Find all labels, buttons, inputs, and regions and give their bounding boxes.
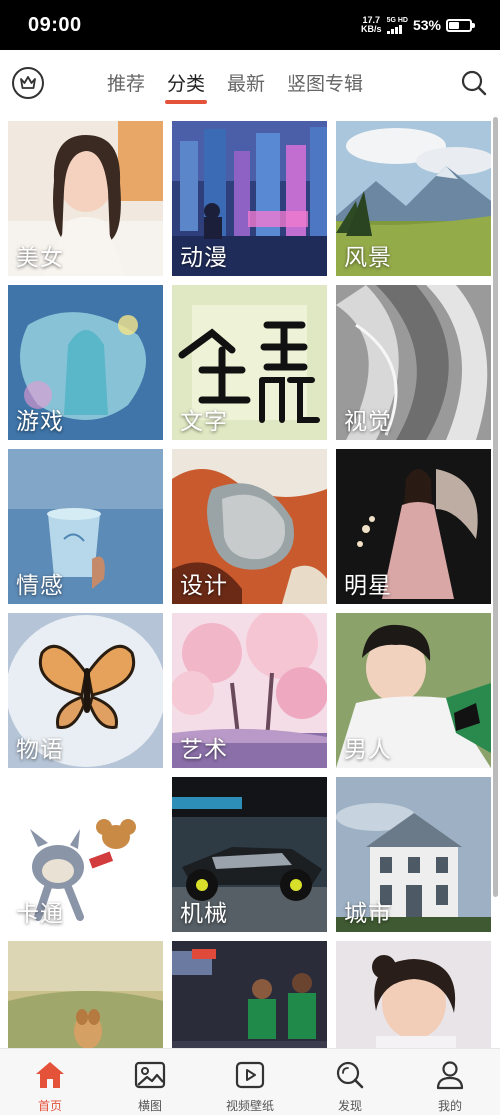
category-label: 机械 bbox=[180, 900, 228, 926]
scrollbar[interactable] bbox=[493, 117, 498, 897]
image-icon bbox=[133, 1058, 167, 1092]
category-tile-men[interactable]: 男人 bbox=[336, 613, 491, 768]
category-grid: 美女 动漫 风景 游戏 文字 视觉 情感 设计 明星 物语 艺术 男人 卡通 机… bbox=[0, 116, 500, 1048]
tile-image bbox=[8, 941, 163, 1048]
search-icon[interactable] bbox=[460, 69, 488, 97]
active-tab-indicator bbox=[165, 100, 208, 104]
signal-label: 5G HD bbox=[386, 16, 408, 24]
tab-latest[interactable]: 最新 bbox=[216, 50, 276, 116]
category-tile-city[interactable]: 城市 bbox=[336, 777, 491, 932]
category-tile-text[interactable]: 文字 bbox=[172, 285, 327, 440]
tab-label: 最新 bbox=[227, 74, 266, 95]
profile-icon bbox=[433, 1058, 467, 1092]
battery-fill bbox=[449, 21, 459, 29]
nav-label: 横图 bbox=[137, 1099, 162, 1113]
category-label: 游戏 bbox=[16, 408, 64, 434]
play-icon bbox=[233, 1058, 267, 1092]
category-tile-row6-1[interactable] bbox=[8, 941, 163, 1048]
category-tile-row6-2[interactable] bbox=[172, 941, 327, 1048]
category-label: 卡通 bbox=[16, 900, 64, 926]
battery-icon bbox=[446, 18, 475, 32]
category-label: 情感 bbox=[16, 572, 64, 598]
tab-label: 推荐 bbox=[107, 74, 146, 95]
category-label: 艺术 bbox=[180, 736, 228, 762]
home-icon bbox=[33, 1058, 67, 1092]
category-label: 城市 bbox=[344, 900, 392, 926]
tab-recommend[interactable]: 推荐 bbox=[96, 50, 156, 116]
category-label: 美女 bbox=[16, 244, 64, 270]
category-tile-beauty[interactable]: 美女 bbox=[8, 121, 163, 276]
category-tile-anime[interactable]: 动漫 bbox=[172, 121, 327, 276]
category-tabs: 推荐 分类 最新 竖图专辑 bbox=[96, 50, 374, 116]
nav-label: 我的 bbox=[437, 1099, 462, 1113]
crown-icon[interactable] bbox=[12, 67, 44, 99]
nav-label: 首页 bbox=[37, 1099, 62, 1113]
category-tile-visual[interactable]: 视觉 bbox=[336, 285, 491, 440]
status-time: 09:00 bbox=[28, 14, 82, 36]
category-tile-story[interactable]: 物语 bbox=[8, 613, 163, 768]
status-indicators: 17.7 KB/s 5G HD 53% bbox=[361, 16, 475, 34]
discover-icon bbox=[333, 1058, 367, 1092]
category-tile-row6-3[interactable] bbox=[336, 941, 491, 1048]
category-tile-scenery[interactable]: 风景 bbox=[336, 121, 491, 276]
nav-label: 视频壁纸 bbox=[225, 1099, 274, 1113]
category-tile-games[interactable]: 游戏 bbox=[8, 285, 163, 440]
nav-landscape[interactable]: 横图 bbox=[100, 1049, 200, 1115]
status-bar: 09:00 17.7 KB/s 5G HD 53% bbox=[0, 0, 500, 50]
nav-discover[interactable]: 发现 bbox=[300, 1049, 400, 1115]
category-tile-cartoon[interactable]: 卡通 bbox=[8, 777, 163, 932]
category-label: 物语 bbox=[16, 736, 64, 762]
category-tile-machinery[interactable]: 机械 bbox=[172, 777, 327, 932]
category-label: 风景 bbox=[344, 244, 392, 270]
category-tile-design[interactable]: 设计 bbox=[172, 449, 327, 604]
category-label: 设计 bbox=[180, 572, 228, 598]
category-tile-celebrity[interactable]: 明星 bbox=[336, 449, 491, 604]
category-label: 男人 bbox=[344, 736, 392, 762]
category-label: 动漫 bbox=[180, 244, 228, 270]
tile-image bbox=[336, 941, 491, 1048]
tile-image bbox=[172, 941, 327, 1048]
tab-categories[interactable]: 分类 bbox=[156, 50, 216, 116]
tab-label: 分类 bbox=[167, 74, 206, 95]
nav-home[interactable]: 首页 bbox=[0, 1049, 100, 1115]
tab-portrait-albums[interactable]: 竖图专辑 bbox=[276, 50, 374, 116]
top-header: 推荐 分类 最新 竖图专辑 bbox=[0, 50, 500, 116]
signal-icon: 5G HD bbox=[386, 16, 408, 34]
category-tile-emotion[interactable]: 情感 bbox=[8, 449, 163, 604]
battery-percent: 53% bbox=[412, 17, 441, 33]
category-tile-art[interactable]: 艺术 bbox=[172, 613, 327, 768]
nav-profile[interactable]: 我的 bbox=[400, 1049, 500, 1115]
category-label: 明星 bbox=[344, 572, 392, 598]
bottom-nav: 首页 横图 视频壁纸 发现 我的 bbox=[0, 1048, 500, 1115]
network-speed: 17.7 KB/s bbox=[361, 16, 382, 34]
nav-label: 发现 bbox=[337, 1099, 362, 1113]
nav-video-wallpaper[interactable]: 视频壁纸 bbox=[200, 1049, 300, 1115]
network-speed-unit: KB/s bbox=[361, 24, 382, 34]
category-label: 视觉 bbox=[344, 408, 392, 434]
tab-label: 竖图专辑 bbox=[287, 74, 364, 95]
category-label: 文字 bbox=[180, 408, 228, 434]
